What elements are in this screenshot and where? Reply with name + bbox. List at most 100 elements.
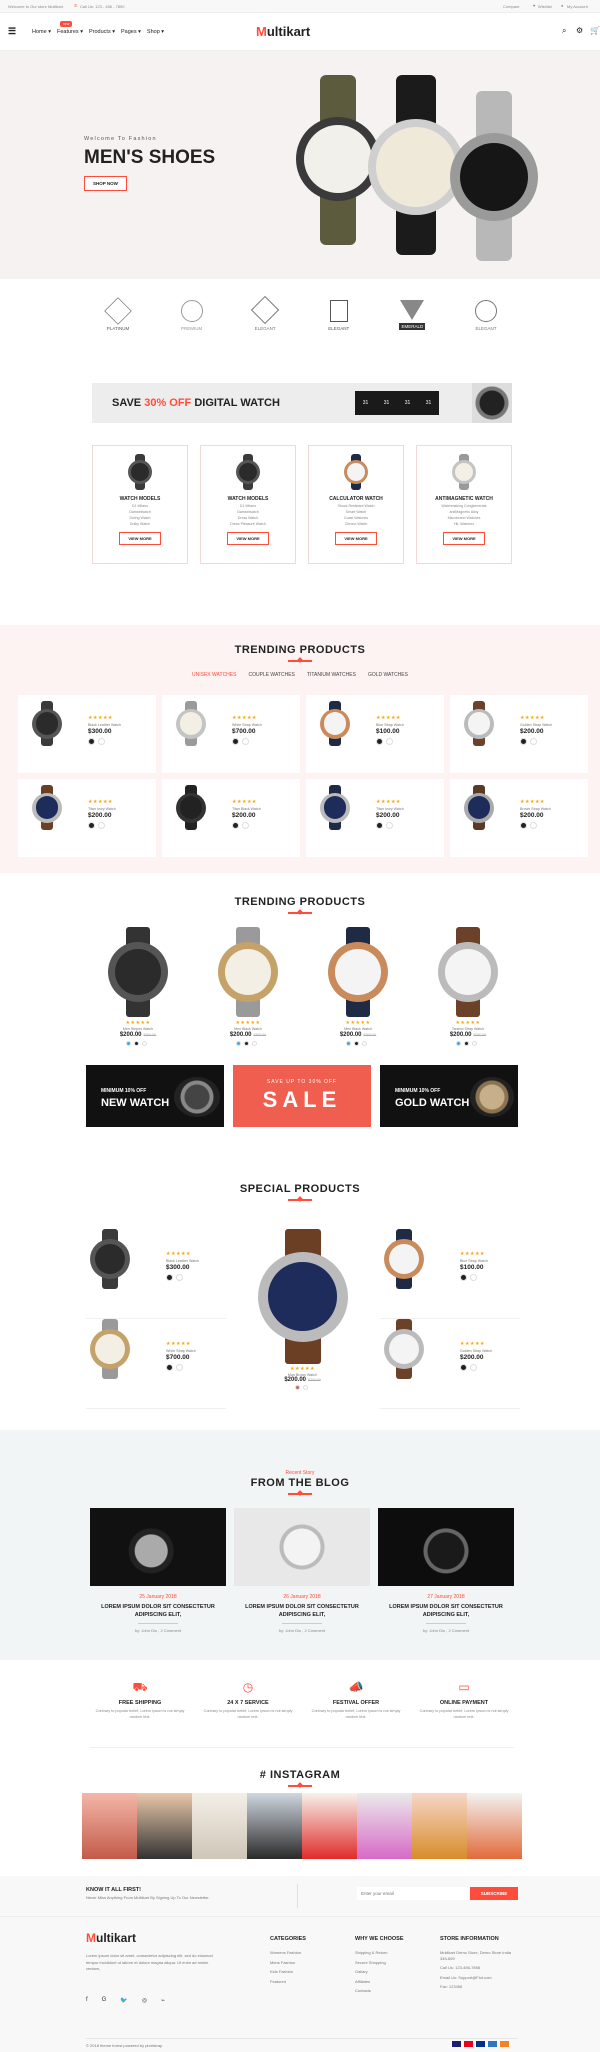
color-swatch[interactable]: [242, 738, 249, 745]
footer-link[interactable]: Affiliates: [355, 1979, 404, 1985]
color-swatch[interactable]: [302, 1385, 308, 1390]
nav-shop[interactable]: Shop ▾: [147, 29, 164, 35]
cart-icon[interactable]: 🛒: [590, 26, 600, 35]
product-card[interactable]: ★★★★★ White Strap Watch $700.00: [162, 695, 300, 773]
color-swatch[interactable]: [470, 1364, 477, 1371]
color-swatch[interactable]: [294, 1385, 300, 1390]
color-swatch[interactable]: [530, 738, 537, 745]
color-swatch[interactable]: [460, 1364, 467, 1371]
tab-couple[interactable]: COUPLE WATCHES: [248, 672, 294, 678]
nav-products[interactable]: Products ▾: [89, 29, 115, 35]
wishlist-link[interactable]: Wishlist: [538, 4, 552, 9]
brand-logo[interactable]: ELEGANT: [319, 298, 359, 331]
footer-link[interactable]: Gallary: [355, 1969, 404, 1975]
product-card[interactable]: ★★★★★ Blue Strap Watch $100.00: [306, 695, 444, 773]
color-swatch[interactable]: [530, 822, 537, 829]
tab-titanium[interactable]: TITANIUM WATCHES: [307, 672, 356, 678]
promo-banner[interactable]: SAVE 30% OFF DIGITAL WATCH 31 31 31 31: [92, 383, 512, 423]
special-product[interactable]: ★★★★★ Black Leather Watch $300.00: [86, 1229, 226, 1319]
settings-icon[interactable]: ⚙: [576, 26, 583, 35]
color-swatch[interactable]: [252, 1041, 257, 1046]
brand-logo[interactable]: PLATINUM: [98, 297, 138, 331]
special-product[interactable]: ★★★★★ White Strap Watch $700.00: [86, 1319, 226, 1409]
google-plus-icon[interactable]: G: [102, 1997, 107, 2004]
color-swatch[interactable]: [362, 1041, 367, 1046]
color-swatch[interactable]: [386, 822, 393, 829]
color-swatch[interactable]: [236, 1041, 241, 1046]
twitter-icon[interactable]: 🐦: [120, 1997, 127, 2004]
product-card[interactable]: ★★★★★ Titan Black Watch $200.00: [162, 779, 300, 857]
instagram-image[interactable]: [247, 1793, 302, 1859]
blog-card[interactable]: 26 January 2018 LOREM IPSUM DOLOR SIT CON…: [234, 1508, 370, 1633]
rss-icon[interactable]: ⌁: [161, 1997, 165, 2004]
product-card[interactable]: ★★★★★ Titan Ivory Watch $200.00: [18, 779, 156, 857]
brand-logo[interactable]: EMERALD: [392, 298, 432, 331]
product-card[interactable]: ★★★★★ Brown Strap Watch $200.00: [450, 779, 588, 857]
color-swatch[interactable]: [376, 822, 383, 829]
subscribe-button[interactable]: SUBSCRIBE: [470, 1887, 518, 1900]
footer-link[interactable]: Kids Fashion: [270, 1969, 306, 1975]
brand-logo[interactable]: ELEGANT: [466, 298, 506, 331]
color-swatch[interactable]: [456, 1041, 461, 1046]
product-card[interactable]: ★★★★★ Black Leather Watch $300.00: [18, 695, 156, 773]
product-card[interactable]: ★★★★★ Men Stripes Watch $200.00 $300.00: [88, 927, 188, 1048]
product-card[interactable]: ★★★★★ Titan Ivory Watch $200.00: [306, 779, 444, 857]
color-swatch[interactable]: [470, 1274, 477, 1281]
color-swatch[interactable]: [142, 1041, 147, 1046]
nav-features[interactable]: Features ▾ new: [57, 21, 83, 35]
menu-icon[interactable]: ☰: [8, 26, 16, 37]
view-more-button[interactable]: VIEW MORE: [443, 532, 485, 545]
instagram-image[interactable]: [192, 1793, 247, 1859]
color-swatch[interactable]: [386, 738, 393, 745]
color-swatch[interactable]: [520, 738, 527, 745]
color-swatch[interactable]: [346, 1041, 351, 1046]
instagram-image[interactable]: [412, 1793, 467, 1859]
view-more-button[interactable]: VIEW MORE: [335, 532, 377, 545]
color-swatch[interactable]: [232, 822, 239, 829]
instagram-icon[interactable]: ◎: [142, 1997, 147, 2004]
instagram-image[interactable]: [467, 1793, 522, 1859]
nav-home[interactable]: Home ▾: [32, 29, 51, 35]
view-more-button[interactable]: VIEW MORE: [227, 532, 269, 545]
search-icon[interactable]: ⌕: [562, 26, 566, 36]
brand-logo[interactable]: PREMIUM: [172, 298, 212, 331]
banner-new-watch[interactable]: MINIMUM 10% OFF NEW WATCH: [86, 1065, 224, 1127]
color-swatch[interactable]: [88, 822, 95, 829]
instagram-image[interactable]: [137, 1793, 192, 1859]
special-product[interactable]: ★★★★★ Blue Strap Watch $100.00: [380, 1229, 520, 1319]
color-swatch[interactable]: [460, 1274, 467, 1281]
nav-pages[interactable]: Pages ▾: [121, 29, 141, 35]
color-swatch[interactable]: [472, 1041, 477, 1046]
product-card[interactable]: ★★★★★ Men Black Watch $200.00 $300.00: [198, 927, 298, 1048]
blog-card[interactable]: 27 January 2018 LOREM IPSUM DOLOR SIT CON…: [378, 1508, 514, 1633]
product-card[interactable]: ★★★★★ Men Black Watch $200.00 $300.00: [308, 927, 408, 1048]
brand-logo[interactable]: ELEGANT: [245, 295, 285, 331]
facebook-icon[interactable]: f: [86, 1997, 88, 2004]
color-swatch[interactable]: [232, 738, 239, 745]
blog-card[interactable]: 25 January 2018 LOREM IPSUM DOLOR SIT CON…: [90, 1508, 226, 1633]
color-swatch[interactable]: [166, 1274, 173, 1281]
color-swatch[interactable]: [98, 738, 105, 745]
color-swatch[interactable]: [176, 1364, 183, 1371]
product-card[interactable]: ★★★★★ Tanked Strap Watch $200.00 $300.00: [418, 927, 518, 1048]
logo[interactable]: Multikart: [256, 24, 310, 39]
tab-unisex[interactable]: UNISEX WATCHES: [192, 672, 236, 678]
footer-link[interactable]: Featured: [270, 1979, 306, 1985]
color-swatch[interactable]: [176, 1274, 183, 1281]
instagram-image[interactable]: [357, 1793, 412, 1859]
color-swatch[interactable]: [520, 822, 527, 829]
special-product[interactable]: ★★★★★ Golden Strap Watch $200.00: [380, 1319, 520, 1409]
color-swatch[interactable]: [166, 1364, 173, 1371]
footer-link[interactable]: Mens Fashion: [270, 1960, 306, 1966]
footer-link[interactable]: Womens Fashion: [270, 1950, 306, 1956]
color-swatch[interactable]: [88, 738, 95, 745]
account-link[interactable]: My Account: [567, 4, 588, 9]
product-card[interactable]: ★★★★★ Golden Strap Watch $200.00: [450, 695, 588, 773]
instagram-image[interactable]: [302, 1793, 357, 1859]
email-input[interactable]: [357, 1887, 469, 1900]
footer-link[interactable]: Contacts: [355, 1988, 404, 1994]
color-swatch[interactable]: [242, 822, 249, 829]
color-swatch[interactable]: [376, 738, 383, 745]
footer-link[interactable]: Secure Shopping: [355, 1960, 404, 1966]
color-swatch[interactable]: [126, 1041, 131, 1046]
